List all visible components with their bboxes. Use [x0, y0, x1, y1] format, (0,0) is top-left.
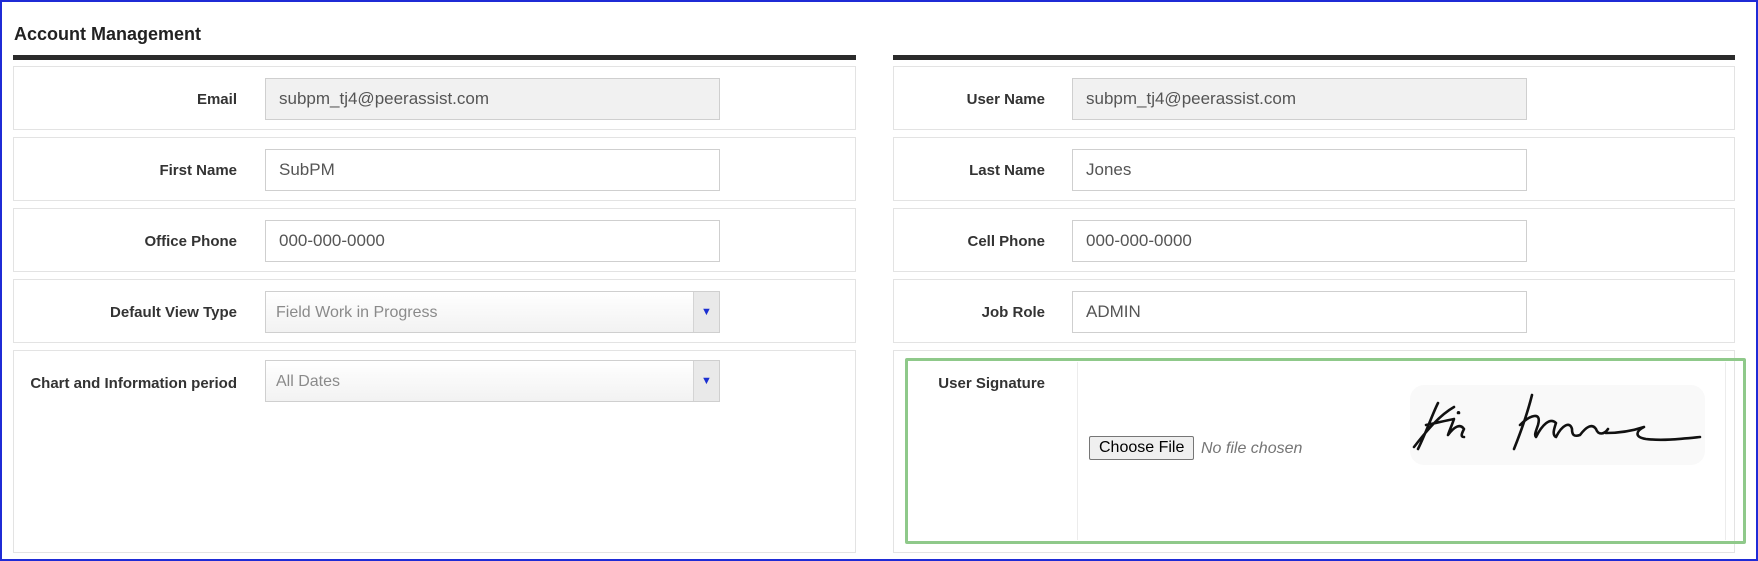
- user-name-field[interactable]: [1072, 78, 1527, 120]
- triangle-down-icon[interactable]: ▼: [693, 292, 719, 332]
- first-name-label: First Name: [159, 162, 237, 179]
- page-title: Account Management: [14, 24, 202, 44]
- default-view-type-select[interactable]: Field Work in Progress ▼: [265, 291, 720, 333]
- job-role-field[interactable]: [1072, 291, 1527, 333]
- office-phone-field[interactable]: [265, 220, 720, 262]
- last-name-label: Last Name: [969, 162, 1045, 179]
- chart-period-value: All Dates: [276, 373, 341, 390]
- default-view-type-label: Default View Type: [110, 304, 237, 321]
- right-column-divider: [893, 55, 1735, 60]
- file-status-text: No file chosen: [1201, 440, 1303, 457]
- signature-image: [1410, 385, 1705, 465]
- job-role-label: Job Role: [981, 304, 1045, 321]
- chart-period-select[interactable]: All Dates ▼: [265, 360, 720, 402]
- email-label: Email: [196, 91, 237, 108]
- signature-label: User Signature: [938, 375, 1045, 392]
- cell-phone-field[interactable]: [1072, 220, 1527, 262]
- office-phone-label: Office Phone: [144, 233, 237, 250]
- left-column-divider: [13, 55, 856, 60]
- signature-drawing: [1412, 393, 1702, 451]
- choose-file-button[interactable]: Choose File: [1089, 436, 1195, 460]
- triangle-down-icon[interactable]: ▼: [693, 361, 719, 401]
- cell-phone-label: Cell Phone: [967, 233, 1045, 250]
- default-view-type-value: Field Work in Progress: [276, 304, 438, 321]
- user-name-label: User Name: [966, 91, 1045, 108]
- last-name-field[interactable]: [1072, 149, 1527, 191]
- chart-period-label: Chart and Information period: [30, 375, 237, 392]
- first-name-field[interactable]: [265, 149, 720, 191]
- email-field[interactable]: [265, 78, 720, 120]
